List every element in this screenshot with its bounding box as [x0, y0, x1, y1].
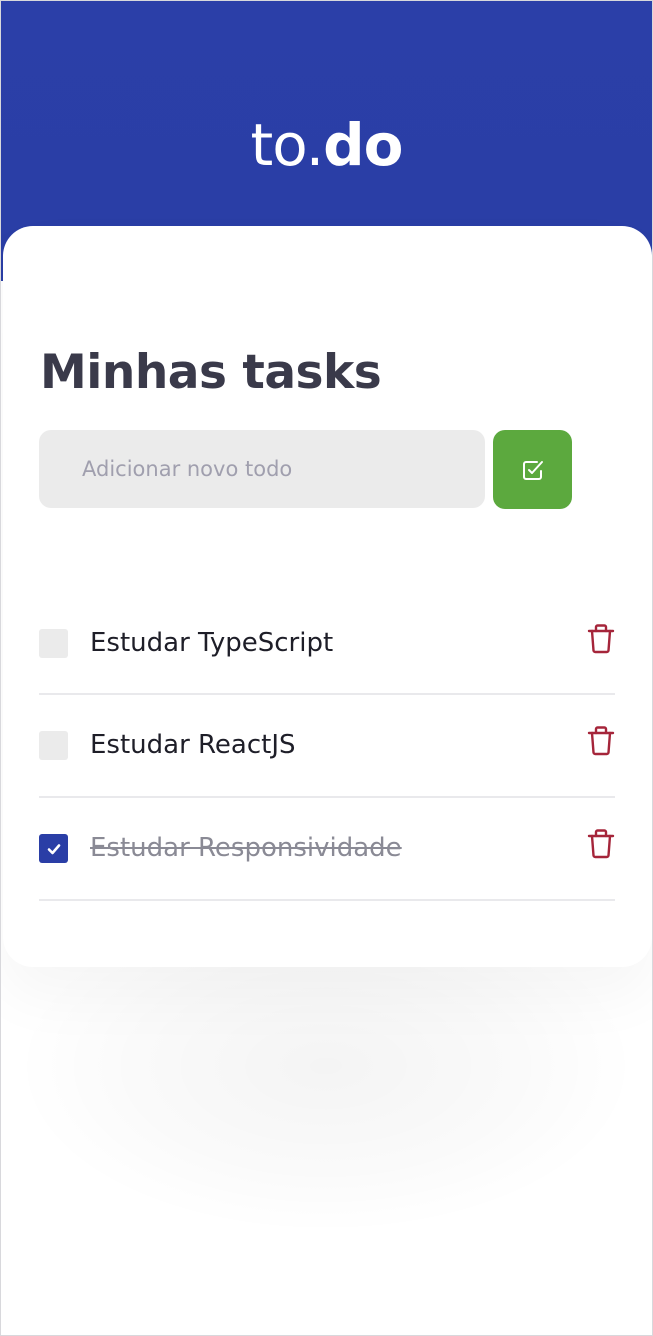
delete-task-button[interactable]	[587, 623, 615, 655]
task-item: Estudar Responsividade	[39, 798, 615, 901]
add-todo-button[interactable]	[493, 430, 572, 509]
app-frame: to.do Minhas tasks Estudar TypeScript	[0, 0, 653, 1336]
logo-light-part: to.	[250, 111, 324, 179]
check-icon	[47, 843, 60, 854]
new-todo-input[interactable]	[39, 430, 485, 508]
task-title: Estudar Responsividade	[90, 833, 402, 863]
trash-icon	[587, 624, 615, 654]
task-item: Estudar ReactJS	[39, 695, 615, 798]
logo-bold-part: do	[323, 111, 403, 179]
checkbox-check-icon	[522, 460, 543, 480]
trash-icon	[587, 726, 615, 756]
tasks-card: Minhas tasks Estudar TypeScript	[3, 226, 652, 967]
task-title: Estudar ReactJS	[90, 730, 296, 760]
app-logo: to.do	[1, 109, 652, 181]
task-title: Estudar TypeScript	[90, 628, 334, 658]
task-checkbox[interactable]	[39, 629, 68, 658]
task-list: Estudar TypeScript Estudar ReactJS Estud…	[39, 593, 615, 901]
task-checkbox-checked[interactable]	[39, 834, 68, 863]
delete-task-button[interactable]	[587, 828, 615, 860]
task-item: Estudar TypeScript	[39, 593, 615, 695]
page-title: Minhas tasks	[40, 345, 382, 400]
trash-icon	[587, 829, 615, 859]
delete-task-button[interactable]	[587, 725, 615, 757]
task-checkbox[interactable]	[39, 731, 68, 760]
